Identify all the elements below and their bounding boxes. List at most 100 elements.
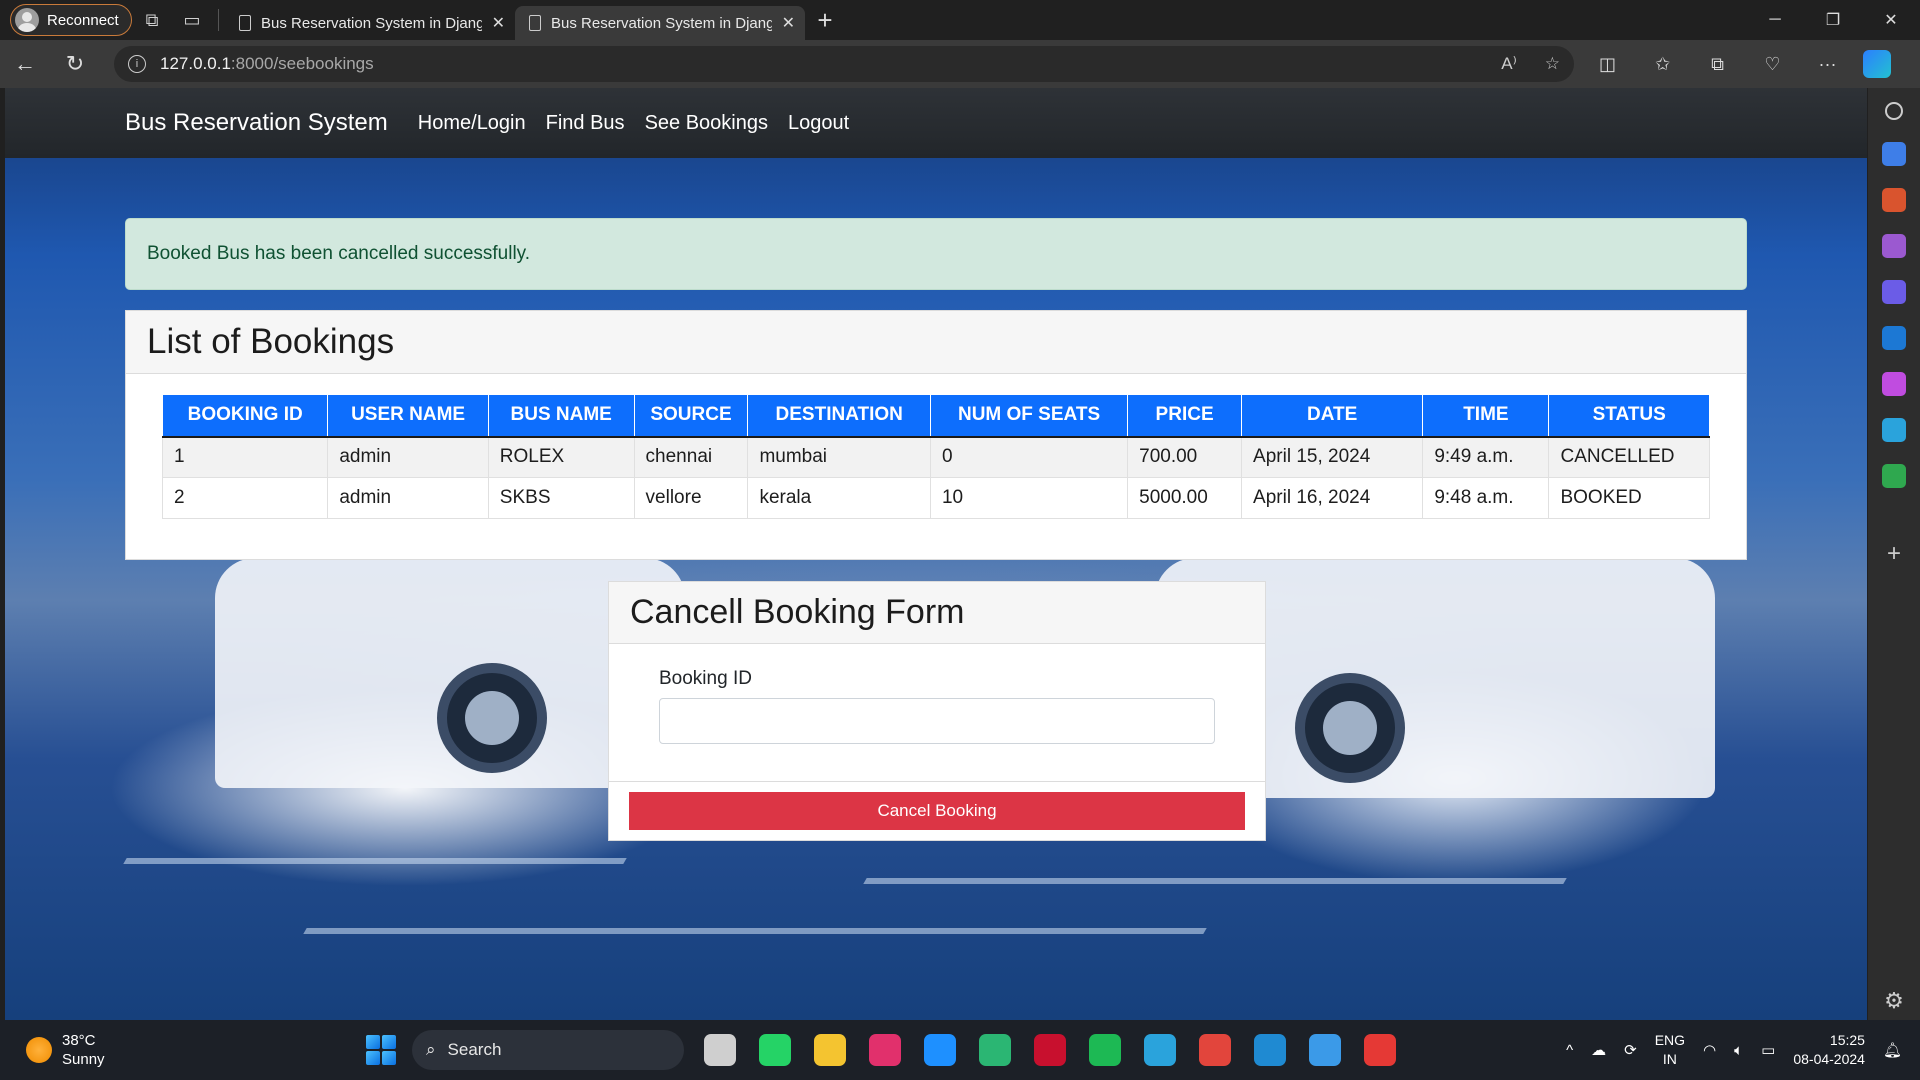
collections-icon[interactable]: ⧉ xyxy=(1690,54,1745,75)
column-header: NUM OF SEATS xyxy=(929,394,1129,438)
vscode-icon[interactable] xyxy=(1254,1034,1286,1066)
designer-icon[interactable] xyxy=(1882,372,1906,396)
site-brand[interactable]: Bus Reservation System xyxy=(125,109,388,137)
url-host: 127.0.0.1 xyxy=(160,54,231,73)
column-header: USER NAME xyxy=(327,394,489,438)
tab-2[interactable]: Bus Reservation System in Django ✕ xyxy=(515,6,805,40)
weather-widget[interactable]: 38°C Sunny xyxy=(26,1031,326,1069)
whatsapp-icon[interactable] xyxy=(759,1034,791,1066)
vertical-tabs-icon[interactable]: ▭ xyxy=(172,4,212,36)
taskbar-apps xyxy=(704,1034,1396,1066)
outlook-icon[interactable] xyxy=(1882,326,1906,350)
road-stripe xyxy=(863,878,1567,884)
sidebar-search-icon[interactable] xyxy=(1885,102,1903,120)
cancel-booking-button[interactable]: Cancel Booking xyxy=(629,792,1245,830)
task-view-icon[interactable] xyxy=(704,1034,736,1066)
start-button[interactable] xyxy=(366,1035,396,1065)
clock[interactable]: 15:25 08-04-2024 xyxy=(1793,1031,1865,1069)
show-hidden-icons-icon[interactable]: ^ xyxy=(1566,1042,1573,1059)
table-cell: 9:49 a.m. xyxy=(1422,436,1550,478)
column-header: PRICE xyxy=(1127,394,1243,438)
favorite-star-icon[interactable]: ☆ xyxy=(1545,54,1560,74)
mcafee-icon[interactable] xyxy=(1034,1034,1066,1066)
favorites-icon[interactable]: ✩ xyxy=(1635,54,1690,75)
shopping-tag-icon[interactable] xyxy=(1882,142,1906,166)
add-sidebar-app-icon[interactable]: + xyxy=(1887,540,1901,568)
volume-icon[interactable]: 🔈︎ xyxy=(1734,1042,1743,1059)
nav-logout[interactable]: Logout xyxy=(788,112,849,135)
site-info-icon[interactable]: i xyxy=(128,55,146,73)
drop-icon[interactable] xyxy=(1882,464,1906,488)
table-cell: mumbai xyxy=(747,436,931,478)
search-label: Search xyxy=(447,1040,502,1059)
language-indicator[interactable]: ENG IN xyxy=(1655,1031,1685,1069)
new-tab-icon[interactable]: + xyxy=(805,5,845,36)
weather-desc: Sunny xyxy=(62,1051,105,1068)
page-icon xyxy=(239,15,251,31)
office-icon[interactable] xyxy=(1364,1034,1396,1066)
workspaces-icon[interactable]: ⧉ xyxy=(132,4,172,36)
browser-essentials-icon[interactable]: ♡ xyxy=(1745,54,1800,75)
taskbar-search[interactable]: ⌕ Search xyxy=(412,1030,684,1070)
tab-divider xyxy=(218,9,219,31)
booking-id-label: Booking ID xyxy=(659,668,752,689)
photos-icon[interactable] xyxy=(1309,1034,1341,1066)
onedrive-icon[interactable]: ☁ xyxy=(1591,1041,1606,1059)
restore-icon[interactable]: ❐ xyxy=(1804,0,1862,40)
close-tab-icon[interactable]: ✕ xyxy=(782,13,795,33)
page-viewport: Bus Reservation System Home/Login Find B… xyxy=(5,88,1867,1020)
minimize-icon[interactable]: ─ xyxy=(1746,0,1804,40)
sync-icon[interactable]: ⟳ xyxy=(1624,1041,1637,1059)
split-screen-icon[interactable]: ◫ xyxy=(1580,54,1635,75)
window-controls: ─ ❐ ✕ xyxy=(1746,0,1920,40)
file-explorer-icon[interactable] xyxy=(814,1034,846,1066)
games-icon[interactable] xyxy=(1882,234,1906,258)
telegram-icon[interactable] xyxy=(1144,1034,1176,1066)
nav-find-bus[interactable]: Find Bus xyxy=(546,112,625,135)
tab-1[interactable]: Bus Reservation System in Django ✕ xyxy=(225,6,515,40)
refresh-icon[interactable]: ↻ xyxy=(50,51,100,77)
more-options-icon[interactable]: ··· xyxy=(1800,54,1855,75)
cancel-form-body: Booking ID xyxy=(609,644,1265,782)
table-cell: 10 xyxy=(929,477,1129,519)
read-aloud-icon[interactable]: A⁾ xyxy=(1501,54,1517,74)
sidebar-settings-icon[interactable]: ⚙ xyxy=(1884,988,1904,1014)
table-cell: 5000.00 xyxy=(1127,477,1243,519)
back-icon[interactable]: ← xyxy=(0,51,50,77)
browser-tab-bar: Reconnect ⧉ ▭ Bus Reservation System in … xyxy=(0,0,1920,40)
column-header: STATUS xyxy=(1548,394,1710,438)
booking-id-input[interactable] xyxy=(659,698,1215,744)
sun-icon xyxy=(26,1037,52,1063)
nav-see-bookings[interactable]: See Bookings xyxy=(645,112,768,135)
tools-briefcase-icon[interactable] xyxy=(1882,188,1906,212)
notification-bell-icon[interactable]: 🔔︎ xyxy=(1883,1041,1902,1059)
copilot-sidebar-icon[interactable] xyxy=(1882,280,1906,304)
table-cell: admin xyxy=(327,436,489,478)
nav-home-login[interactable]: Home/Login xyxy=(418,112,526,135)
help-icon[interactable] xyxy=(924,1034,956,1066)
battery-icon[interactable]: ▭ xyxy=(1761,1041,1775,1059)
close-tab-icon[interactable]: ✕ xyxy=(492,13,505,33)
table-cell: April 15, 2024 xyxy=(1241,436,1424,478)
instagram-icon[interactable] xyxy=(869,1034,901,1066)
spotify-icon[interactable] xyxy=(1089,1034,1121,1066)
windows-taskbar: 38°C Sunny ⌕ Search ^ ☁ ⟳ ENG IN ◠ 🔈︎ ▭ … xyxy=(0,1020,1920,1080)
wifi-icon[interactable]: ◠ xyxy=(1703,1041,1716,1059)
profile-label: Reconnect xyxy=(47,11,119,29)
url-input[interactable]: i 127.0.0.1:8000/seebookings A⁾ ☆ xyxy=(114,46,1574,82)
page-icon xyxy=(529,15,541,31)
tab-title: Bus Reservation System in Django xyxy=(261,14,482,32)
table-cell: 700.00 xyxy=(1127,436,1243,478)
copilot-icon[interactable] xyxy=(1863,50,1891,78)
lang-code: ENG xyxy=(1654,1032,1686,1048)
success-alert: Booked Bus has been cancelled successful… xyxy=(125,218,1747,290)
profile-button[interactable]: Reconnect xyxy=(10,4,132,36)
bookings-card: List of Bookings BOOKING ID USER NAME BU… xyxy=(125,310,1747,560)
edge-icon[interactable] xyxy=(979,1034,1011,1066)
table-cell: chennai xyxy=(633,436,749,478)
chrome-icon[interactable] xyxy=(1199,1034,1231,1066)
close-window-icon[interactable]: ✕ xyxy=(1862,0,1920,40)
road-stripe xyxy=(123,858,627,864)
table-cell: 0 xyxy=(929,436,1129,478)
telegram-sidebar-icon[interactable] xyxy=(1882,418,1906,442)
